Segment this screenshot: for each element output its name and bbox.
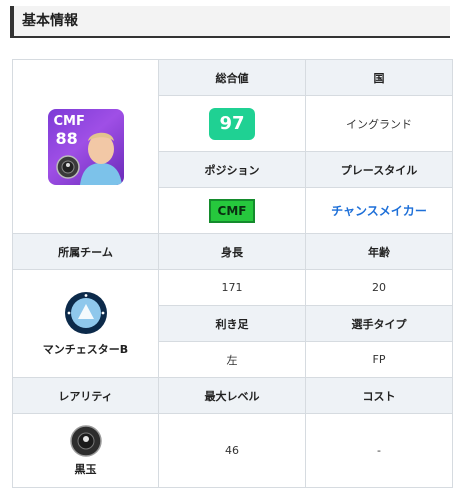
header-cost: コスト [305,377,453,414]
age-value: 20 [305,269,453,306]
playstyle-link[interactable]: チャンスメイカー [331,204,427,218]
playstyle-cell: チャンスメイカー [305,187,453,234]
header-max-level: 最大レベル [158,377,306,414]
black-ball-icon [55,154,80,179]
header-rarity: レアリティ [12,377,159,414]
header-height: 身長 [158,233,306,270]
club-name: マンチェスターB [42,342,129,356]
rarity-value: 黒玉 [74,462,97,476]
card-rating: 88 [55,128,78,148]
header-position: ポジション [158,151,306,188]
player-type-value: FP [305,341,453,378]
cost-value: - [305,413,453,488]
section-title: 基本情報 [10,6,450,38]
position-cell: CMF [158,187,306,234]
player-portrait-icon [79,132,122,185]
club-crest-icon [64,291,107,334]
black-ball-icon [69,424,102,457]
header-club: 所属チーム [12,233,159,270]
header-player-type: 選手タイプ [305,305,453,342]
rarity-cell: 黒玉 [12,413,159,488]
height-value: 171 [158,269,306,306]
player-info-table: CMF 88 総合値 国 97 イングランド ポジション プレースタイル CMF… [12,59,453,488]
club-cell[interactable]: マンチェスターB [12,269,159,378]
player-card-cell: CMF 88 [12,59,159,234]
header-playstyle: プレースタイル [305,151,453,188]
overall-cell: 97 [158,95,306,152]
position-badge: CMF [209,198,255,223]
overall-badge: 97 [209,107,255,140]
header-age: 年齢 [305,233,453,270]
foot-value: 左 [158,341,306,378]
header-foot: 利き足 [158,305,306,342]
header-nation: 国 [305,59,453,96]
max-level-value: 46 [158,413,306,488]
player-card[interactable]: CMF 88 [47,108,124,185]
nation-value: イングランド [305,95,453,152]
header-overall: 総合値 [158,59,306,96]
